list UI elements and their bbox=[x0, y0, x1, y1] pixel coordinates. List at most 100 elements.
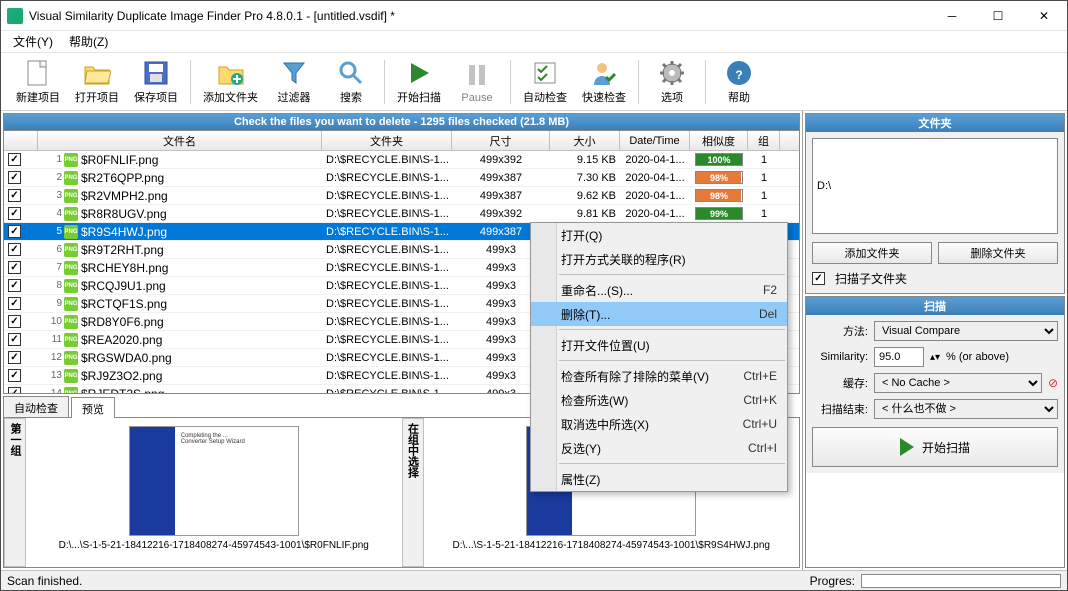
scan-subs-label: 扫描子文件夹 bbox=[835, 270, 907, 287]
scan-title: 扫描 bbox=[806, 297, 1064, 315]
start-scan-big-button[interactable]: 开始扫描 bbox=[812, 427, 1058, 467]
new-project-button[interactable]: 新建项目 bbox=[9, 56, 67, 108]
toolbar: 新建项目 打开项目 保存项目 添加文件夹 过滤器 搜索 开始扫描 Pause 自… bbox=[1, 53, 1067, 111]
png-icon: PNG bbox=[64, 153, 78, 167]
options-button[interactable]: 选项 bbox=[644, 56, 700, 108]
add-folder-btn[interactable]: 添加文件夹 bbox=[812, 242, 932, 264]
table-row[interactable]: ✓1PNG$R0FNLIF.pngD:\$RECYCLE.BIN\S-1...4… bbox=[4, 151, 799, 169]
ctx-rename[interactable]: 重命名...(S)...F2 bbox=[531, 278, 787, 302]
row-checkbox[interactable]: ✓ bbox=[8, 153, 21, 166]
ctx-delete[interactable]: 删除(T)...Del bbox=[531, 302, 787, 326]
ctx-checksel[interactable]: 检查所选(W)Ctrl+K bbox=[531, 388, 787, 412]
context-menu: 打开(Q) 打开方式关联的程序(R) 重命名...(S)...F2 删除(T).… bbox=[530, 222, 788, 492]
method-select[interactable]: Visual Compare bbox=[874, 321, 1058, 341]
row-checkbox[interactable]: ✓ bbox=[8, 225, 21, 238]
png-icon: PNG bbox=[64, 225, 78, 239]
col-date[interactable]: Date/Time bbox=[620, 131, 690, 150]
quick-check-button[interactable]: 快速检查 bbox=[575, 56, 633, 108]
window-title: Visual Similarity Duplicate Image Finder… bbox=[29, 9, 929, 23]
scan-subs-checkbox[interactable]: ✓ bbox=[812, 272, 825, 285]
col-name[interactable]: 文件名 bbox=[38, 131, 322, 150]
funnel-icon bbox=[279, 59, 309, 87]
spin-buttons[interactable]: ▴▾ bbox=[930, 352, 940, 363]
close-button[interactable]: ✕ bbox=[1021, 1, 1067, 30]
menu-help[interactable]: 帮助(Z) bbox=[61, 31, 116, 52]
cache-clear-icon[interactable]: ⊘ bbox=[1048, 376, 1058, 390]
col-folder[interactable]: 文件夹 bbox=[322, 131, 452, 150]
help-button[interactable]: ?帮助 bbox=[711, 56, 767, 108]
cache-select[interactable]: < No Cache > bbox=[874, 373, 1042, 393]
file-icon bbox=[23, 59, 53, 87]
save-project-button[interactable]: 保存项目 bbox=[127, 56, 185, 108]
file-group: 1 bbox=[748, 151, 780, 168]
row-checkbox[interactable]: ✓ bbox=[8, 207, 21, 220]
col-dim[interactable]: 尺寸 bbox=[452, 131, 550, 150]
row-checkbox[interactable]: ✓ bbox=[8, 387, 21, 393]
titlebar: Visual Similarity Duplicate Image Finder… bbox=[1, 1, 1067, 31]
row-checkbox[interactable]: ✓ bbox=[8, 171, 21, 184]
row-checkbox[interactable]: ✓ bbox=[8, 369, 21, 382]
tab-autocheck[interactable]: 自动检查 bbox=[3, 396, 69, 417]
table-row[interactable]: ✓2PNG$R2T6QPP.pngD:\$RECYCLE.BIN\S-1...4… bbox=[4, 169, 799, 187]
ctx-open[interactable]: 打开(Q) bbox=[531, 223, 787, 247]
folders-panel: 文件夹 添加文件夹 删除文件夹 ✓ 扫描子文件夹 bbox=[805, 113, 1065, 294]
start-scan-button[interactable]: 开始扫描 bbox=[390, 56, 448, 108]
col-sim[interactable]: 相似度 bbox=[690, 131, 748, 150]
png-icon: PNG bbox=[64, 315, 78, 329]
row-checkbox[interactable]: ✓ bbox=[8, 261, 21, 274]
menu-file[interactable]: 文件(Y) bbox=[5, 31, 61, 52]
tab-preview[interactable]: 预览 bbox=[71, 397, 115, 418]
ctx-openloc[interactable]: 打开文件位置(U) bbox=[531, 333, 787, 357]
table-row[interactable]: ✓4PNG$R8R8UGV.pngD:\$RECYCLE.BIN\S-1...4… bbox=[4, 205, 799, 223]
svg-text:?: ? bbox=[735, 68, 742, 82]
file-folder: D:\$RECYCLE.BIN\S-1... bbox=[322, 331, 452, 348]
preview-thumb-1[interactable]: Completing the ...Converter Setup Wizard bbox=[129, 426, 299, 536]
play-icon bbox=[404, 59, 434, 87]
auto-check-button[interactable]: 自动检查 bbox=[516, 56, 574, 108]
png-icon: PNG bbox=[64, 261, 78, 275]
gear-icon bbox=[657, 59, 687, 87]
table-row[interactable]: ✓3PNG$R2VMPH2.pngD:\$RECYCLE.BIN\S-1...4… bbox=[4, 187, 799, 205]
row-checkbox[interactable]: ✓ bbox=[8, 315, 21, 328]
png-icon: PNG bbox=[64, 243, 78, 257]
file-name: $R2T6QPP.png bbox=[81, 171, 164, 185]
row-checkbox[interactable]: ✓ bbox=[8, 297, 21, 310]
similarity-input[interactable] bbox=[874, 347, 924, 367]
ctx-uncheck[interactable]: 取消选中所选(X)Ctrl+U bbox=[531, 412, 787, 436]
row-checkbox[interactable]: ✓ bbox=[8, 351, 21, 364]
file-name: $R9T2RHT.png bbox=[81, 243, 164, 257]
file-name: $R2VMPH2.png bbox=[81, 189, 168, 203]
folder-path-input[interactable] bbox=[812, 138, 1058, 234]
row-checkbox[interactable]: ✓ bbox=[8, 243, 21, 256]
remove-folder-btn[interactable]: 删除文件夹 bbox=[938, 242, 1058, 264]
play-icon bbox=[900, 438, 914, 456]
col-check[interactable] bbox=[4, 131, 38, 150]
row-checkbox[interactable]: ✓ bbox=[8, 333, 21, 346]
row-checkbox[interactable]: ✓ bbox=[8, 279, 21, 292]
add-folder-button[interactable]: 添加文件夹 bbox=[196, 56, 265, 108]
magnifier-icon bbox=[336, 59, 366, 87]
maximize-button[interactable]: ☐ bbox=[975, 1, 1021, 30]
open-project-button[interactable]: 打开项目 bbox=[68, 56, 126, 108]
ctx-props[interactable]: 属性(Z) bbox=[531, 467, 787, 491]
file-dim: 499x387 bbox=[452, 187, 550, 204]
scanend-select[interactable]: < 什么也不做 > bbox=[874, 399, 1058, 419]
file-dim: 499x387 bbox=[452, 169, 550, 186]
pause-button[interactable]: Pause bbox=[449, 56, 505, 108]
folder-plus-icon bbox=[216, 59, 246, 87]
search-button[interactable]: 搜索 bbox=[323, 56, 379, 108]
filter-button[interactable]: 过滤器 bbox=[266, 56, 322, 108]
app-icon bbox=[7, 8, 23, 24]
col-size[interactable]: 大小 bbox=[550, 131, 620, 150]
row-checkbox[interactable]: ✓ bbox=[8, 189, 21, 202]
col-group[interactable]: 组 bbox=[748, 131, 780, 150]
grid-header: 文件名 文件夹 尺寸 大小 Date/Time 相似度 组 bbox=[4, 131, 799, 151]
file-folder: D:\$RECYCLE.BIN\S-1... bbox=[322, 259, 452, 276]
png-icon: PNG bbox=[64, 333, 78, 347]
ctx-openwith[interactable]: 打开方式关联的程序(R) bbox=[531, 247, 787, 271]
minimize-button[interactable]: ─ bbox=[929, 1, 975, 30]
ctx-invert[interactable]: 反选(Y)Ctrl+I bbox=[531, 436, 787, 460]
file-group: 1 bbox=[748, 187, 780, 204]
ctx-checkallexcept[interactable]: 检查所有除了排除的菜单(V)Ctrl+E bbox=[531, 364, 787, 388]
preview-group1-label: 第一组 bbox=[4, 418, 26, 567]
